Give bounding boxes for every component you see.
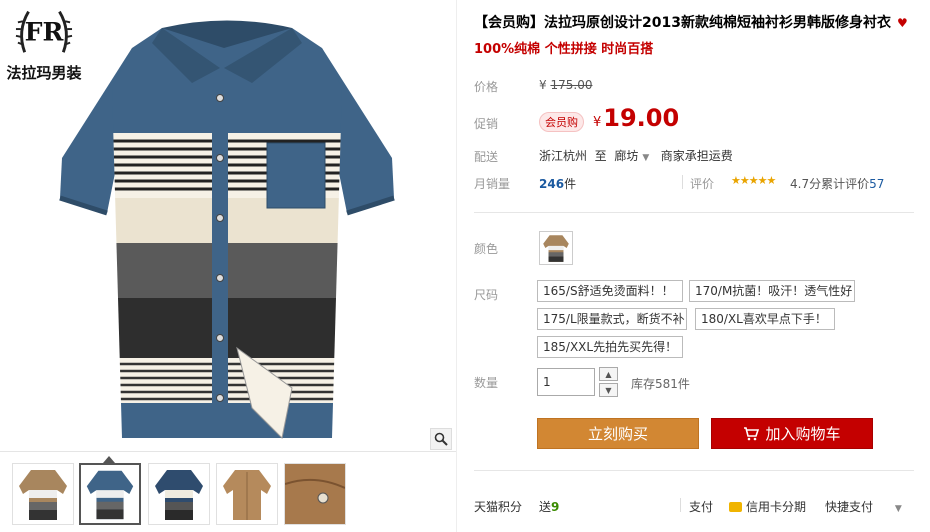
shipping-label: 配送 bbox=[474, 150, 499, 164]
magnifier-icon bbox=[434, 432, 448, 446]
color-swatch[interactable] bbox=[539, 231, 573, 265]
product-subtitle: 100%纯棉 个性拼接 时尚百搭 bbox=[474, 42, 654, 57]
size-option-s[interactable]: 165/S舒适免烫面料！！ bbox=[537, 280, 683, 302]
quantity-label: 数量 bbox=[474, 376, 499, 390]
thumb-shirt-tan-image bbox=[19, 470, 67, 520]
size-option-m[interactable]: 170/M抗菌！吸汗！透气性好 bbox=[689, 280, 855, 302]
chevron-up-icon: ▲ bbox=[605, 369, 612, 379]
shipping-info: 浙江杭州 至 廊坊 ▼ 商家承担运费 bbox=[539, 147, 733, 164]
ship-fee: 商家承担运费 bbox=[660, 149, 733, 163]
cart-icon bbox=[744, 426, 760, 440]
sales-count: 246件 bbox=[539, 175, 576, 192]
promo-price-currency: ¥ bbox=[593, 115, 602, 130]
stock-count: 库存581件 bbox=[631, 377, 690, 391]
color-label: 颜色 bbox=[474, 242, 499, 256]
product-title: 【会员购】法拉玛原创设计2013新款纯棉短袖衬衫男韩版修身衬衣 ♥ bbox=[474, 12, 930, 32]
quantity-input[interactable] bbox=[537, 368, 595, 396]
size-option-xl[interactable]: 180/XL喜欢早点下手！ bbox=[695, 308, 835, 330]
member-badge: 会员购 bbox=[539, 112, 584, 132]
dropdown-arrow-icon: ▼ bbox=[642, 153, 650, 163]
payment-label: 支付 bbox=[689, 500, 714, 514]
size-option-l[interactable]: 175/L限量款式，断货不补 bbox=[537, 308, 687, 330]
sales-label: 月销量 bbox=[474, 177, 511, 191]
rating-count: 57 bbox=[869, 177, 885, 191]
promo-price-value: 19.00 bbox=[603, 104, 680, 132]
buy-now-label: 立刻购买 bbox=[587, 425, 648, 443]
size-label: 尺码 bbox=[474, 288, 499, 302]
sales-count-unit: 件 bbox=[564, 177, 577, 191]
thumb-shirt-khaki-image bbox=[223, 470, 271, 520]
shirt-illustration bbox=[59, 20, 395, 440]
main-product-image[interactable]: FR 法拉玛男装 bbox=[0, 0, 456, 452]
thumbnail-5[interactable] bbox=[284, 463, 346, 525]
points-info: 送9 bbox=[539, 498, 559, 515]
divider bbox=[474, 470, 914, 471]
quantity-decrease-button[interactable]: ▼ bbox=[599, 383, 618, 397]
buy-now-button[interactable]: 立刻购买 bbox=[537, 418, 699, 449]
quick-pay-label: 快捷支付 bbox=[825, 500, 874, 514]
divider bbox=[474, 212, 914, 213]
product-gallery: FR 法拉玛男装 bbox=[0, 0, 456, 532]
original-price-currency: ¥ bbox=[539, 78, 547, 92]
thumbnail-2[interactable] bbox=[79, 463, 141, 525]
thumbnail-1[interactable] bbox=[12, 463, 74, 525]
zoom-button[interactable] bbox=[430, 428, 452, 450]
rating-total-label: 累计评价 bbox=[821, 177, 870, 191]
ship-to: 廊坊 bbox=[614, 149, 639, 163]
thumbnail-4[interactable] bbox=[216, 463, 278, 525]
thumbnail-strip bbox=[0, 456, 456, 532]
points-give: 送 bbox=[539, 500, 552, 514]
product-title-text: 【会员购】法拉玛原创设计2013新款纯棉短袖衬衫男韩版修身衬衣 bbox=[474, 15, 891, 31]
rating-stars-icon: ★★★★★ bbox=[731, 174, 776, 187]
divider bbox=[680, 498, 681, 512]
product-details: 【会员购】法拉玛原创设计2013新款纯棉短袖衬衫男韩版修身衬衣 ♥ 100%纯棉 … bbox=[456, 0, 930, 532]
price-label: 价格 bbox=[474, 80, 499, 94]
chevron-down-icon: ▼ bbox=[605, 385, 612, 395]
ship-from: 浙江杭州 bbox=[539, 149, 588, 163]
heart-icon: ♥ bbox=[896, 16, 908, 30]
quantity-increase-button[interactable]: ▲ bbox=[599, 367, 618, 381]
ship-to-select[interactable]: 廊坊 ▼ bbox=[614, 149, 649, 163]
thumb-fabric-detail-image bbox=[285, 464, 345, 524]
quick-pay[interactable]: 快捷支付 ▼ bbox=[825, 498, 902, 515]
rating-score: 4.7分 bbox=[790, 177, 822, 191]
rating-label: 评价 bbox=[690, 177, 715, 191]
ship-to-word: 至 bbox=[594, 149, 607, 163]
original-price-value: 175.00 bbox=[550, 78, 593, 92]
size-option-xxl[interactable]: 185/XXL先拍先买先得！ bbox=[537, 336, 683, 358]
thumb-shirt-navy-image bbox=[155, 470, 203, 520]
credit-installment[interactable]: 信用卡分期 bbox=[729, 498, 806, 515]
thumb-shirt-blue-image bbox=[86, 470, 134, 520]
points-value: 9 bbox=[551, 500, 560, 514]
original-price: ¥ 175.00 bbox=[539, 78, 592, 92]
credit-card-icon bbox=[729, 502, 742, 512]
sales-count-value: 246 bbox=[539, 177, 565, 191]
promo-label: 促销 bbox=[474, 117, 499, 131]
points-label: 天猫积分 bbox=[474, 500, 523, 514]
thumbnail-3[interactable] bbox=[148, 463, 210, 525]
rating-summary[interactable]: 4.7分累计评价57 bbox=[790, 175, 884, 192]
dropdown-arrow-icon: ▼ bbox=[894, 504, 902, 514]
credit-installment-label: 信用卡分期 bbox=[746, 500, 807, 514]
add-to-cart-label: 加入购物车 bbox=[765, 425, 841, 443]
color-swatch-image bbox=[543, 235, 569, 262]
divider bbox=[682, 175, 683, 189]
promo-price: ¥19.00 bbox=[593, 104, 679, 132]
add-to-cart-button[interactable]: 加入购物车 bbox=[711, 418, 873, 449]
active-thumb-indicator bbox=[103, 456, 115, 463]
